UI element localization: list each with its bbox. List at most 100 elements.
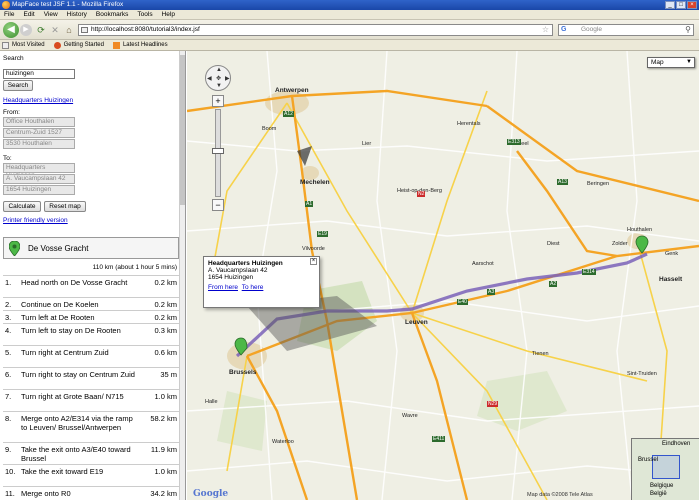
search-icon[interactable]: ⚲ (685, 25, 691, 35)
bookmark-label: Most Visited (12, 41, 45, 48)
close-icon[interactable]: × (310, 258, 317, 265)
direction-step[interactable]: 10. Take the exit toward E19 1.0 km (3, 464, 179, 486)
pan-left-icon[interactable]: ◀ (207, 75, 212, 82)
chevron-down-icon: ▼ (686, 59, 692, 65)
direction-step[interactable]: 8. Merge onto A2/E314 via the ramp to Leu… (3, 411, 179, 442)
menu-bookmarks[interactable]: Bookmarks (96, 10, 129, 19)
zoom-slider-thumb[interactable] (212, 148, 224, 154)
menu-history[interactable]: History (67, 10, 87, 19)
step-number: 4. (5, 326, 12, 335)
result-link[interactable]: Headquarters Huizingen (3, 97, 73, 104)
menu-help[interactable]: Help (162, 10, 175, 19)
direction-step[interactable]: 5. Turn right at Centrum Zuid 0.6 km (3, 345, 179, 367)
pan-down-icon[interactable]: ▼ (216, 83, 222, 89)
menu-file[interactable]: File (4, 10, 14, 19)
place-label: Leuven (405, 319, 428, 326)
road-shield: A3 (487, 289, 496, 295)
google-icon[interactable]: G (561, 26, 569, 34)
to-here-link[interactable]: To here (242, 284, 264, 291)
info-address-line-1: A. Vaucampslaan 42 (208, 267, 268, 274)
google-logo: Google (193, 489, 229, 499)
address-bar[interactable]: http://localhost:8080/tutorial3/index.js… (78, 24, 553, 36)
bookmark-label: Getting Started (63, 41, 104, 48)
info-address-line-2: 1654 Huizingen (208, 274, 254, 281)
road-shield: E314 (582, 269, 596, 275)
page-favicon-icon (81, 27, 88, 33)
zoom-control: + − (212, 95, 224, 211)
zoom-in-button[interactable]: + (212, 95, 224, 107)
info-window: × Headquarters Huizingen A. Vaucampslaan… (203, 256, 320, 308)
from-line-1[interactable]: Office Houthalen (3, 117, 75, 127)
sidebar-scrollbar[interactable] (179, 51, 185, 500)
step-text: Turn left at De Rooten (21, 313, 95, 322)
search-placeholder: Google (581, 26, 602, 33)
direction-step[interactable]: 7. Turn right at Grote Baan/ N715 1.0 km (3, 389, 179, 411)
pan-control[interactable]: ▲ ◀ ▶ ▼ ✥ (205, 65, 231, 91)
direction-step[interactable]: 6. Turn right to stay on Centrum Zuid 35 m (3, 367, 179, 389)
direction-step[interactable]: 2. Continue on De Koelen 0.2 km (3, 297, 179, 310)
to-line-3[interactable]: 1654 Huizingen (3, 185, 75, 195)
directions-list: 1. Head north on De Vosse Gracht 0.2 km 2. C… (3, 275, 179, 499)
bookmark-star-icon[interactable]: ☆ (542, 25, 549, 35)
printer-friendly-link[interactable]: Printer friendly version (3, 217, 68, 224)
direction-step[interactable]: 4. Turn left to stay on De Rooten 0.3 km (3, 323, 179, 345)
step-text: Merge onto A2/E314 via the ramp to Leuve… (21, 414, 133, 432)
direction-step[interactable]: 9. Take the exit onto A3/E40 toward Bruss… (3, 442, 179, 464)
home-icon[interactable]: ⌂ (64, 25, 74, 35)
overview-label: Eindhoven (662, 441, 691, 447)
map-type-select[interactable]: Map ▼ (647, 57, 695, 68)
pan-up-icon[interactable]: ▲ (216, 67, 222, 73)
search-button[interactable]: Search (3, 80, 33, 91)
direction-step[interactable]: 1. Head north on De Vosse Gracht 0.2 km (3, 275, 179, 297)
menu-tools[interactable]: Tools (137, 10, 152, 19)
zoom-out-button[interactable]: − (212, 199, 224, 211)
place-label: Hasselt (659, 276, 683, 283)
close-button[interactable]: × (687, 1, 697, 9)
bookmark-getting-started[interactable]: Getting Started (53, 40, 104, 50)
menu-view[interactable]: View (44, 10, 58, 19)
stop-icon[interactable]: ✕ (50, 25, 60, 35)
road-shield: A13 (557, 179, 568, 185)
forward-button[interactable]: ▶ (20, 24, 32, 36)
reset-map-button[interactable]: Reset map (44, 201, 86, 212)
to-line-2[interactable]: A. Vaucampslaan 42 (3, 174, 75, 184)
step-number: 1. (5, 278, 12, 287)
road-shield: E313 (507, 139, 521, 145)
menu-edit[interactable]: Edit (23, 10, 34, 19)
step-text: Head north on De Vosse Gracht (21, 278, 128, 287)
map-view[interactable]: Antwerpen Mechelen Leuven Brussels Hasse… (187, 51, 699, 500)
road-shield: E19 (317, 231, 328, 237)
step-number: 10. (5, 467, 16, 476)
from-line-3[interactable]: 3530 Houthalen (3, 139, 75, 149)
scrollbar-thumb[interactable] (180, 55, 185, 205)
pan-right-icon[interactable]: ▶ (225, 75, 230, 82)
direction-step[interactable]: 3. Turn left at De Rooten 0.2 km (3, 310, 179, 323)
minimize-button[interactable]: _ (665, 1, 675, 9)
overview-map[interactable]: Eindhoven Brussel Belgique België (631, 438, 699, 500)
from-line-2[interactable]: Centrum-Zuid 1527 (3, 128, 75, 138)
from-label: From: (3, 109, 20, 116)
to-line-1[interactable]: Headquarters Huizingen (3, 163, 75, 179)
search-engine-box[interactable]: G Google ⚲ (558, 24, 694, 36)
road-shield: E40 (457, 299, 468, 305)
window-controls: _ □ × (665, 1, 697, 9)
step-text: Turn right at Grote Baan/ N715 (21, 392, 124, 401)
zoom-slider[interactable] (212, 109, 224, 197)
search-input[interactable]: huizingen (3, 69, 75, 79)
place-label: Sint-Truiden (627, 371, 657, 377)
from-here-link[interactable]: From here (208, 284, 238, 291)
step-number: 7. (5, 392, 12, 401)
direction-step[interactable]: 11. Merge onto R0 34.2 km (3, 486, 179, 499)
bookmark-latest-headlines[interactable]: Latest Headlines (112, 40, 168, 50)
step-text: Turn right to stay on Centrum Zuid (21, 370, 135, 379)
bookmark-most-visited[interactable]: Most Visited (2, 40, 45, 50)
step-distance: 0.2 km (154, 300, 177, 309)
step-number: 3. (5, 313, 12, 322)
reload-icon[interactable]: ⟳ (36, 25, 46, 35)
search-label: Search (3, 55, 24, 62)
back-button[interactable]: ◀ (3, 22, 19, 38)
pan-center-icon[interactable]: ✥ (216, 75, 221, 82)
road-shield: A12 (283, 111, 294, 117)
maximize-button[interactable]: □ (676, 1, 686, 9)
calculate-button[interactable]: Calculate (3, 201, 41, 212)
